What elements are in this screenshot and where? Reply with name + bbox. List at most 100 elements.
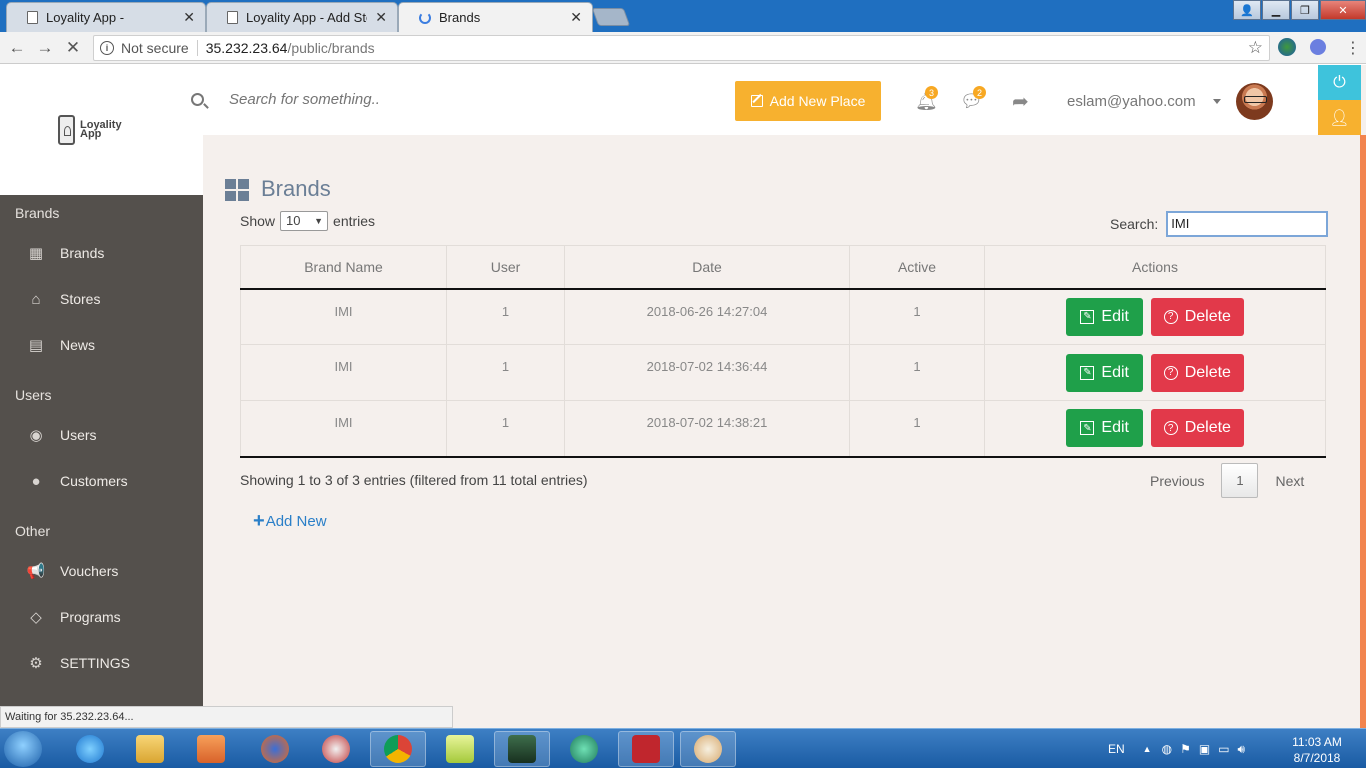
show-hidden-icons-icon[interactable]: ▲ — [1143, 744, 1152, 754]
language-indicator[interactable]: EN — [1108, 742, 1125, 756]
delete-label: Delete — [1184, 419, 1231, 437]
sidebar-item-news[interactable]: ▤ News — [26, 337, 95, 354]
snipping-tool-icon[interactable] — [308, 731, 364, 767]
power-icon[interactable]: ⏻ — [1318, 65, 1361, 100]
action-center-flag-icon[interactable]: ⚑ — [1180, 742, 1191, 756]
column-header-active[interactable]: Active — [849, 245, 985, 290]
cell-brand-name: IMI — [240, 344, 447, 401]
atom-icon[interactable] — [556, 731, 612, 767]
delete-button[interactable]: ? Delete — [1150, 353, 1244, 392]
sidebar-item-stores[interactable]: ⌂ Stores — [26, 291, 101, 308]
user-email[interactable]: eslam@yahoo.com — [1067, 93, 1196, 110]
chevron-down-icon[interactable] — [1213, 99, 1221, 104]
firefox-icon[interactable] — [247, 731, 303, 767]
address-bar[interactable]: i Not secure 35.232.23.64/public/brands … — [93, 35, 1270, 61]
chrome-icon[interactable] — [370, 731, 426, 767]
edit-button[interactable]: ✎ Edit — [1066, 353, 1144, 392]
logout-icon[interactable]: ➦ — [1012, 89, 1029, 114]
close-icon[interactable]: ✕ — [570, 9, 582, 26]
close-window-button[interactable]: ✕ — [1320, 0, 1366, 20]
windows-start-button[interactable] — [4, 731, 42, 767]
system-clock[interactable]: 11:03 AM 8/7/2018 — [1282, 734, 1352, 766]
clock-date: 8/7/2018 — [1293, 751, 1341, 765]
volume-icon[interactable]: 🔊︎ — [1238, 742, 1246, 757]
bookmark-star-icon[interactable]: ☆ — [1248, 38, 1263, 58]
avatar[interactable] — [1236, 83, 1273, 120]
browser-toolbar: ← → ✕ i Not secure 35.232.23.64/public/b… — [0, 32, 1366, 64]
browser-tab-active[interactable]: Brands ✕ — [398, 2, 593, 32]
filezilla-icon[interactable] — [618, 731, 674, 767]
close-icon[interactable]: ✕ — [183, 9, 195, 26]
terminal-icon[interactable] — [494, 731, 550, 767]
table-row: IMI 1 2018-06-26 14:27:04 1 ✎ Edit ? Delet… — [240, 288, 1326, 345]
stop-loading-icon[interactable]: ✕ — [59, 38, 87, 58]
cell-active: 1 — [849, 288, 985, 345]
info-icon[interactable]: i — [100, 41, 114, 55]
sidebar-item-settings[interactable]: ⚙ SETTINGS — [26, 655, 130, 672]
forward-arrow-icon[interactable]: → — [31, 38, 59, 58]
table-row: IMI 1 2018-07-02 14:38:21 1 ✎ Edit ? Delet… — [240, 400, 1326, 458]
internet-explorer-icon[interactable] — [62, 731, 118, 767]
paint-icon[interactable] — [680, 731, 736, 767]
column-header-user[interactable]: User — [446, 245, 565, 290]
delete-button[interactable]: ? Delete — [1150, 409, 1244, 448]
windows-taskbar: EN ▲ ◍ ⚑ ▣ ▭ 🔊︎ 11:03 AM 8/7/2018 — [0, 728, 1366, 768]
sidebar-item-label: Stores — [60, 291, 101, 307]
page-1-button[interactable]: 1 — [1221, 463, 1259, 498]
network-icon[interactable]: ▭ — [1218, 742, 1229, 756]
brands-table: Brand Name User Date Active Actions IMI … — [240, 245, 1326, 458]
previous-page-button[interactable]: Previous — [1150, 473, 1204, 489]
menu-dots-icon[interactable]: ⋮ — [1345, 38, 1361, 58]
app-logo[interactable]: Loyality App — [58, 115, 126, 145]
table-search-input[interactable]: IMI — [1166, 211, 1329, 237]
minimize-button[interactable]: ▁ — [1262, 0, 1290, 20]
right-accent-strip — [1360, 135, 1366, 728]
browser-tab[interactable]: Loyality App - Add Stores ✕ — [206, 2, 398, 32]
sidebar-section-other: Other — [15, 523, 51, 539]
plus-icon: + — [253, 510, 265, 532]
sidebar-item-customers[interactable]: ● Customers — [26, 472, 127, 490]
entries-select[interactable]: 10 — [280, 211, 329, 231]
cell-date: 2018-07-02 14:38:21 — [564, 400, 850, 458]
cell-brand-name: IMI — [240, 400, 447, 458]
cell-date: 2018-06-26 14:27:04 — [564, 288, 850, 345]
user-panel-icon[interactable]: 👤︎ — [1318, 100, 1361, 135]
extension-r-icon[interactable] — [1310, 39, 1326, 55]
profile-icon[interactable]: 👤 — [1233, 0, 1261, 20]
messages-badge: 2 — [973, 86, 986, 99]
table-info: Showing 1 to 3 of 3 entries (filtered fr… — [240, 472, 588, 488]
edit-button[interactable]: ✎ Edit — [1066, 409, 1144, 448]
page-title-text: Brands — [261, 176, 331, 201]
next-page-button[interactable]: Next — [1275, 473, 1304, 489]
sidebar-item-programs[interactable]: ◇ Programs — [26, 609, 120, 626]
new-tab-button[interactable] — [591, 8, 631, 26]
sidebar-item-label: Users — [60, 427, 97, 443]
close-icon[interactable]: ✕ — [375, 9, 387, 26]
device-icon[interactable]: ▣ — [1199, 742, 1210, 756]
sidebar-item-brands[interactable]: ▦ Brands — [26, 245, 105, 262]
sidebar-item-vouchers[interactable]: 📢 Vouchers — [26, 563, 119, 580]
user-icon: ● — [31, 472, 41, 490]
file-explorer-icon[interactable] — [122, 731, 178, 767]
media-player-icon[interactable] — [183, 731, 239, 767]
back-arrow-icon[interactable]: ← — [3, 38, 31, 58]
diamond-icon: ◇ — [30, 609, 42, 626]
delete-button[interactable]: ? Delete — [1150, 297, 1244, 336]
add-new-link[interactable]: + Add New — [253, 510, 327, 533]
add-new-place-button[interactable]: Add New Place — [735, 81, 881, 121]
column-header-date[interactable]: Date — [564, 245, 850, 290]
maximize-button[interactable]: ❐ — [1291, 0, 1319, 20]
extension-globe-icon[interactable] — [1278, 38, 1296, 56]
sidebar-item-label: Brands — [60, 245, 105, 261]
sidebar-item-users[interactable]: ◉ Users — [26, 427, 97, 444]
edit-button[interactable]: ✎ Edit — [1066, 297, 1144, 336]
question-circle-icon: ? — [1163, 365, 1178, 380]
network-globe-icon[interactable]: ◍ — [1162, 742, 1172, 756]
gear-icon: ⚙ — [29, 655, 43, 672]
global-search-input[interactable] — [229, 91, 609, 108]
browser-tab[interactable]: Loyality App - ✕ — [6, 2, 206, 32]
sticky-notes-icon[interactable] — [432, 731, 488, 767]
column-header-brand-name[interactable]: Brand Name — [240, 245, 447, 290]
edit-label: Edit — [1101, 419, 1129, 437]
delete-label: Delete — [1184, 363, 1231, 381]
